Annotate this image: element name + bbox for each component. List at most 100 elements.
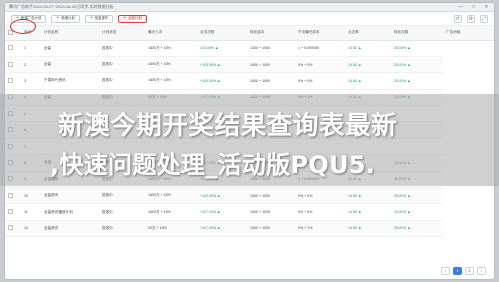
row-checkbox[interactable] [8, 225, 13, 231]
table-row[interactable]: 2 全量 投放中 1600万 + 15% +115.00% ▲ 1000 + 1000 0%… [5, 56, 494, 74]
select-all-header[interactable] [5, 26, 21, 41]
add-plan-button[interactable]: + 新增计划 [51, 14, 80, 23]
fullscreen-icon[interactable]: ⤢ [480, 14, 488, 23]
row-select-cell [5, 187, 21, 205]
column-header[interactable]: 点击率 [345, 26, 391, 41]
column-header[interactable]: 转化成本 [247, 26, 295, 41]
metric-cell: 115.00% ▲ [197, 40, 247, 57]
row-checkbox[interactable] [8, 77, 13, 83]
new-plan-label: 新建广告计划 [20, 16, 42, 20]
refresh-icon[interactable]: ⟳ [454, 14, 462, 23]
row-checkbox[interactable] [8, 45, 13, 51]
next-page-button[interactable]: › [477, 267, 486, 275]
add-plan-label: 新增计划 [61, 16, 75, 20]
all-plans-label: 全部计划 [128, 16, 142, 20]
batch-action-button[interactable]: + 批量操作 [84, 14, 114, 23]
plan-name-cell[interactable]: 全量资讯 [41, 187, 99, 205]
column-header[interactable]: 转化次数 [391, 26, 443, 41]
row-checkbox[interactable] [8, 209, 13, 215]
settings-icon[interactable]: ⚙ [467, 14, 475, 23]
metric-cell: 14.50 ▲ [345, 203, 391, 221]
row-index-cell: 1 [21, 40, 41, 57]
table-row[interactable]: 3 千禧年代资讯 投放中 1600万 + 15% +115.00% ▲ 1000 + 10… [5, 72, 494, 90]
title-bar: 腾讯广告助手2024-05-27~2024-06-02已同步-实时数据分析 — … [5, 3, 494, 12]
row-select-cell [5, 220, 21, 238]
batch-action-label: 批量操作 [94, 16, 109, 20]
metric-cell: +115.00% ▲ [197, 56, 247, 74]
row-index-cell: 10 [21, 187, 41, 205]
row-select-cell [5, 40, 21, 57]
column-header[interactable]: 千次曝光成本 [295, 26, 345, 41]
metric-cell: 14.50 ▲ [345, 187, 391, 205]
plan-status-cell: 投放中 [99, 40, 145, 57]
column-header[interactable]: 序号 [21, 26, 41, 41]
page-button[interactable]: 1 [453, 267, 462, 275]
metric-cell: 1600万 + 15% [145, 203, 197, 221]
metric-cell: 0% + 0% [295, 203, 345, 221]
row-select-cell [5, 56, 21, 74]
row-select-cell [5, 72, 21, 90]
overlay-subline: ,快速问题处理_活动版PQU5. [50, 151, 376, 179]
metric-cell: 1000 + 1000 [247, 220, 295, 238]
row-checkbox[interactable] [8, 61, 13, 67]
all-plans-button[interactable]: + 全部计划 [118, 14, 147, 23]
page-button[interactable]: 2 [465, 267, 474, 275]
plan-status-cell: 投放中 [99, 220, 145, 238]
metric-cell: 14.50 ▲ [345, 72, 391, 90]
new-plan-button[interactable]: + 新建广告计划 [11, 14, 47, 23]
metric-cell: +115.00% ▲ [197, 72, 247, 90]
table-row[interactable]: 1 全量 投放中 1600万 + 15% 115.00% ▲ 1000 + 1000 1 +… [5, 40, 494, 57]
column-header[interactable]: 计划名称 [41, 26, 99, 41]
column-header[interactable]: 广告消耗 [443, 26, 494, 41]
plan-name-cell[interactable]: 全量 [41, 56, 99, 74]
metric-cell: 0% + 0% [295, 56, 345, 74]
minimize-icon[interactable]: — [457, 4, 464, 11]
metric-cell: 1600万 + 15% [145, 187, 197, 205]
metric-cell: +115.00% ▲ [197, 187, 247, 205]
select-all-checkbox[interactable] [8, 29, 13, 35]
prev-page-button[interactable]: ‹ [441, 267, 450, 275]
metric-cell: 1600万 + 15% [145, 56, 197, 74]
plan-status-cell: 投放中 [99, 203, 145, 221]
metric-cell: 25.00% ▲ [391, 40, 443, 57]
plan-name-cell[interactable]: 全量资讯播放计划 [41, 203, 99, 221]
metric-cell: 25.00% ▲ [391, 72, 443, 90]
plus-icon: + [56, 15, 60, 21]
metric-cell: 25.00% ▲ [391, 203, 443, 221]
metric-cell: 25.00% ▲ [391, 220, 443, 238]
row-index-cell: 11 [21, 203, 41, 221]
overlay-headline: 新澳今期开奖结果查询表最新 [58, 111, 398, 141]
close-icon[interactable]: ✕ [483, 4, 490, 11]
plan-name-cell[interactable]: 全量资讯 [41, 220, 99, 238]
metric-cell: 1600万 + 15% [145, 72, 197, 90]
table-row[interactable]: 10 全量资讯 投放中 1600万 + 15% +115.00% ▲ 1000 + 100… [5, 187, 494, 205]
plus-icon: + [89, 15, 93, 21]
plus-icon: + [123, 15, 127, 21]
pagination: ‹ 1 2 › [441, 267, 486, 275]
column-header[interactable]: 曝光人次 [145, 26, 197, 41]
row-select-cell [5, 203, 21, 221]
metric-cell: 1600万 + 15% [145, 40, 197, 57]
table-row[interactable]: 12 全量资讯 投放中 20万 + 15% +117.00% ▲ 1000 + 1000 0… [5, 220, 494, 238]
table-header-row: 序号 计划名称 计划状态 曝光人次 点击次数 转化成本 千次曝光成本 点击率 转化次数 广告消耗 [5, 26, 494, 41]
metric-cell: 1000 + 1000 [247, 72, 295, 90]
plan-name-cell[interactable]: 千禧年代资讯 [41, 72, 99, 90]
metric-cell: 0% + 0% [295, 72, 345, 90]
window-title: 腾讯广告助手2024-05-27~2024-06-02已同步-实时数据分析 [9, 4, 114, 9]
table-row[interactable]: 11 全量资讯播放计划 投放中 1600万 + 15% +117.00% ▲ 1000 +… [5, 203, 494, 221]
plus-icon: + [16, 15, 19, 21]
toolbar: + 新建广告计划 + 新增计划 + 批量操作 + 全部计划 ⟳ ⚙ ⤢ [5, 12, 494, 26]
plan-status-cell: 投放中 [99, 187, 145, 205]
metric-cell: 1000 + 1000 [247, 187, 295, 205]
column-header[interactable]: 点击次数 [197, 26, 247, 41]
maximize-icon[interactable]: □ [470, 4, 477, 11]
metric-cell: 14.50 ▲ [345, 220, 391, 238]
metric-cell: +117.00% ▲ [197, 203, 247, 221]
column-header[interactable]: 计划状态 [99, 26, 145, 41]
plan-name-cell[interactable]: 全量 [41, 40, 99, 57]
row-index-cell: 3 [21, 72, 41, 90]
row-checkbox[interactable] [8, 192, 13, 198]
metric-cell: 25.00% ▲ [391, 187, 443, 205]
metric-cell: 1000 + 1000 [247, 40, 295, 57]
metric-cell: 0% + 0% [295, 187, 345, 205]
